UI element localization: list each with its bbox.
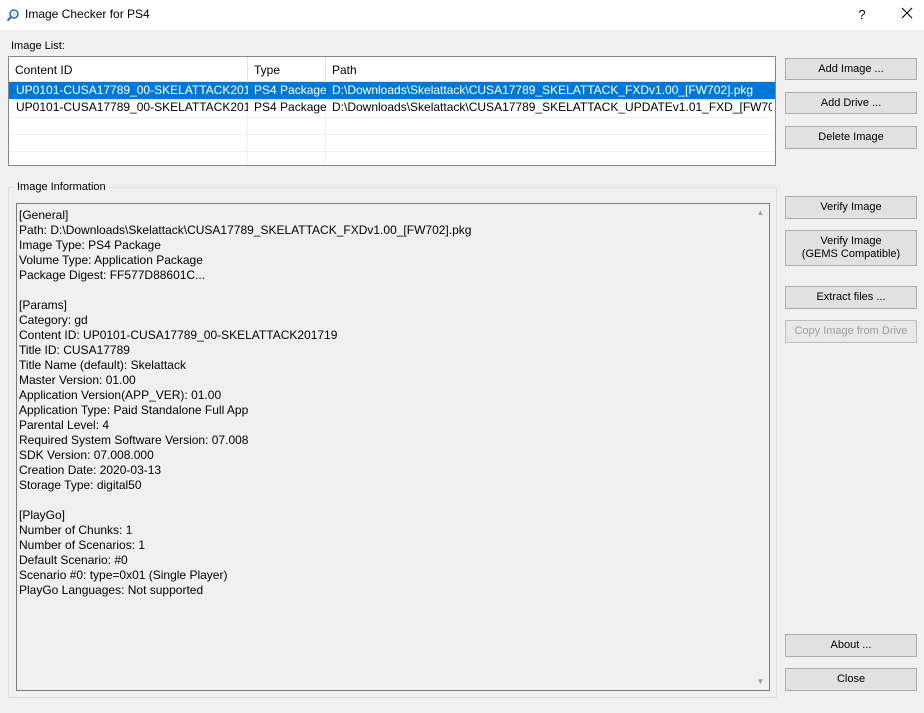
image-list-header: Content ID Type Path: [9, 57, 775, 82]
title-bar: Image Checker for PS4 ?: [0, 0, 924, 30]
info-line: Number of Chunks: 1: [19, 523, 133, 537]
image-list-row[interactable]: UP0101-CUSA17789_00-SKELATTACK201719 PS4…: [9, 99, 775, 116]
info-line: [Params]: [19, 298, 68, 312]
info-line: Title ID: CUSA17789: [19, 343, 130, 357]
info-line: Path: D:\Downloads\Skelattack\CUSA17789_…: [19, 223, 472, 237]
column-header-path[interactable]: Path: [326, 57, 775, 81]
scroll-down-icon[interactable]: ▼: [752, 673, 769, 690]
info-line: Application Version(APP_VER): 01.00: [19, 388, 222, 402]
info-line: Storage Type: digital50: [19, 478, 142, 492]
info-line: Scenario #0: type=0x01 (Single Player): [19, 568, 228, 582]
window-title: Image Checker for PS4: [25, 7, 150, 21]
image-information-label: Image Information: [14, 181, 109, 193]
column-header-type[interactable]: Type: [248, 57, 326, 81]
info-line: Category: gd: [19, 313, 88, 327]
info-line: Application Type: Paid Standalone Full A…: [19, 403, 249, 417]
grid-line: [9, 117, 775, 118]
row-type: PS4 Package: [254, 83, 326, 97]
verify-gems-label-line1: Verify Image: [820, 235, 882, 247]
info-line: Volume Type: Application Package: [19, 253, 203, 267]
add-image-button[interactable]: Add Image ...: [785, 58, 917, 80]
help-button[interactable]: ?: [852, 4, 872, 26]
delete-image-button[interactable]: Delete Image: [785, 126, 917, 149]
verify-image-gems-button[interactable]: Verify Image (GEMS Compatible): [785, 230, 917, 266]
add-drive-button[interactable]: Add Drive ...: [785, 92, 917, 114]
copy-image-from-drive-button[interactable]: Copy Image from Drive: [785, 320, 917, 343]
image-list[interactable]: Content ID Type Path UP0101-CUSA17789_00…: [8, 56, 776, 166]
info-line: Master Version: 01.00: [19, 373, 136, 387]
magnifier-app-icon: [6, 8, 20, 22]
info-line: [19, 283, 749, 298]
info-line: Package Digest: FF577D88601C...: [19, 268, 206, 282]
verify-image-button[interactable]: Verify Image: [785, 196, 917, 219]
grid-line: [9, 151, 775, 152]
close-button[interactable]: Close: [785, 668, 917, 691]
info-line: Content ID: UP0101-CUSA17789_00-SKELATTA…: [19, 328, 338, 342]
info-line: [PlayGo]: [19, 508, 66, 522]
info-line: Number of Scenarios: 1: [19, 538, 146, 552]
about-button[interactable]: About ...: [785, 634, 917, 657]
row-content-id: UP0101-CUSA17789_00-SKELATTACK201719: [16, 83, 248, 97]
column-header-content-id[interactable]: Content ID: [9, 57, 248, 81]
image-list-label: Image List:: [11, 40, 65, 52]
row-type: PS4 Package: [254, 100, 326, 114]
row-path: D:\Downloads\Skelattack\CUSA17789_SKELAT…: [332, 83, 754, 97]
info-line: [19, 493, 749, 508]
info-line: Title Name (default): Skelattack: [19, 358, 186, 372]
row-content-id: UP0101-CUSA17789_00-SKELATTACK201719: [16, 100, 248, 114]
info-line: Default Scenario: #0: [19, 553, 128, 567]
info-line: Required System Software Version: 07.008: [19, 433, 249, 447]
image-information-textbox[interactable]: [General] Path: D:\Downloads\Skelattack\C…: [16, 203, 770, 691]
info-line: [General]: [19, 208, 69, 222]
info-line: SDK Version: 07.008.000: [19, 448, 154, 462]
row-path: D:\Downloads\Skelattack\CUSA17789_SKELAT…: [332, 100, 772, 114]
scroll-up-icon[interactable]: ▲: [752, 204, 769, 221]
grid-line: [9, 134, 775, 135]
info-line: Parental Level: 4: [19, 418, 110, 432]
image-list-row[interactable]: UP0101-CUSA17789_00-SKELATTACK201719 PS4…: [9, 82, 775, 99]
info-line: Creation Date: 2020-03-13: [19, 463, 162, 477]
extract-files-button[interactable]: Extract files ...: [785, 286, 917, 309]
info-line: PlayGo Languages: Not supported: [19, 583, 204, 597]
info-line: Image Type: PS4 Package: [19, 238, 161, 252]
image-information-text: [General] Path: D:\Downloads\Skelattack\C…: [19, 208, 749, 598]
verify-gems-label-line2: (GEMS Compatible): [801, 248, 901, 260]
vertical-scrollbar[interactable]: ▲ ▼: [751, 204, 769, 690]
close-window-icon[interactable]: [893, 4, 921, 26]
